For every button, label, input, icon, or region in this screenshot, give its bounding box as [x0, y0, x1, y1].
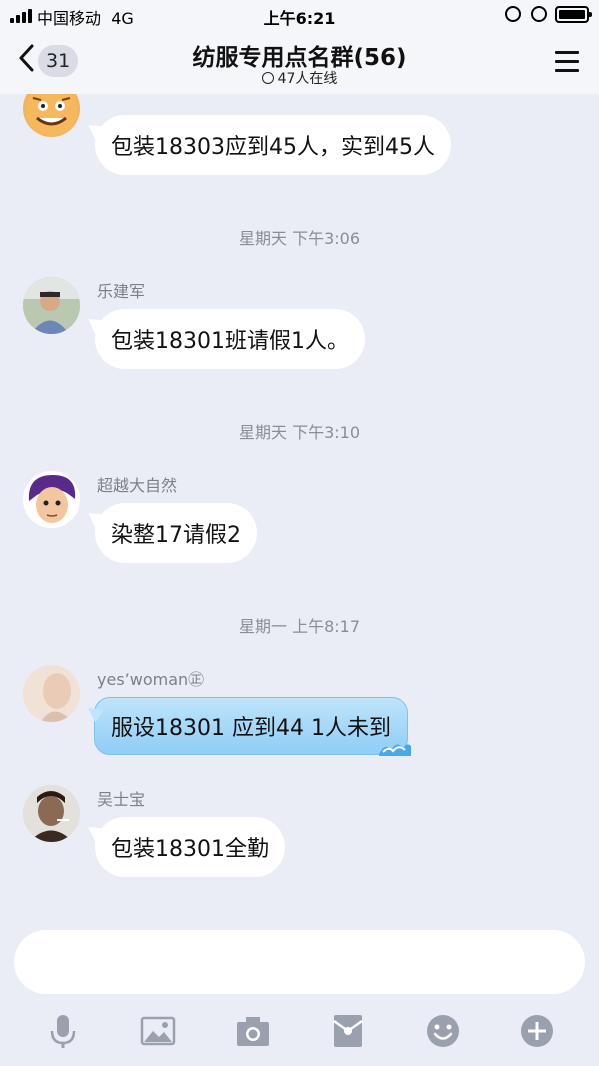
emoji-icon[interactable]: [425, 1013, 461, 1049]
image-icon[interactable]: [140, 1013, 176, 1049]
sender-name: 乐建军: [97, 282, 146, 301]
rotation-lock-icon: [505, 6, 521, 22]
input-area: [0, 916, 599, 1066]
chat-area[interactable]: 包装18303应到45人，实到45人 星期天 下午3:06 乐建军 包装1830…: [0, 94, 599, 916]
camera-icon[interactable]: [235, 1013, 271, 1049]
microphone-icon[interactable]: [45, 1013, 81, 1049]
online-status: 47人在线: [0, 68, 599, 88]
nav-bar: 31 纺服专用点名群(56) 47人在线: [0, 30, 599, 94]
message-input[interactable]: [14, 930, 585, 994]
sender-name: 超越大自然: [97, 476, 178, 495]
message-bubble[interactable]: 包装18301班请假1人。: [95, 309, 365, 369]
timestamp: 星期天 下午3:06: [238, 229, 361, 248]
avatar[interactable]: [23, 471, 80, 528]
wave-decoration-icon: [378, 744, 411, 756]
message-bubble[interactable]: 服设18301 应到44 1人未到: [94, 697, 411, 756]
red-packet-icon[interactable]: [330, 1013, 366, 1049]
plus-icon[interactable]: [519, 1013, 555, 1049]
online-icon: [261, 72, 274, 84]
page-title: 纺服专用点名群(56): [192, 45, 407, 71]
menu-button[interactable]: [555, 51, 579, 72]
timestamp: 星期一 上午8:17: [238, 617, 361, 636]
avatar[interactable]: [23, 785, 80, 842]
avatar[interactable]: [23, 665, 80, 722]
status-bar: 中国移动 4G 上午6:21: [0, 0, 599, 30]
avatar[interactable]: [23, 94, 80, 137]
message-bubble[interactable]: 包装18301全勤: [95, 817, 285, 877]
battery-icon: [555, 6, 592, 23]
alarm-icon: [531, 6, 547, 22]
message-bubble[interactable]: 包装18303应到45人，实到45人: [95, 115, 451, 175]
avatar[interactable]: [23, 277, 80, 334]
message-bubble[interactable]: 染整17请假2: [95, 503, 257, 563]
sender-name: 吴士宝: [97, 790, 146, 809]
timestamp: 星期天 下午3:10: [238, 423, 361, 442]
sender-name: yes’woman㊣: [97, 670, 205, 689]
